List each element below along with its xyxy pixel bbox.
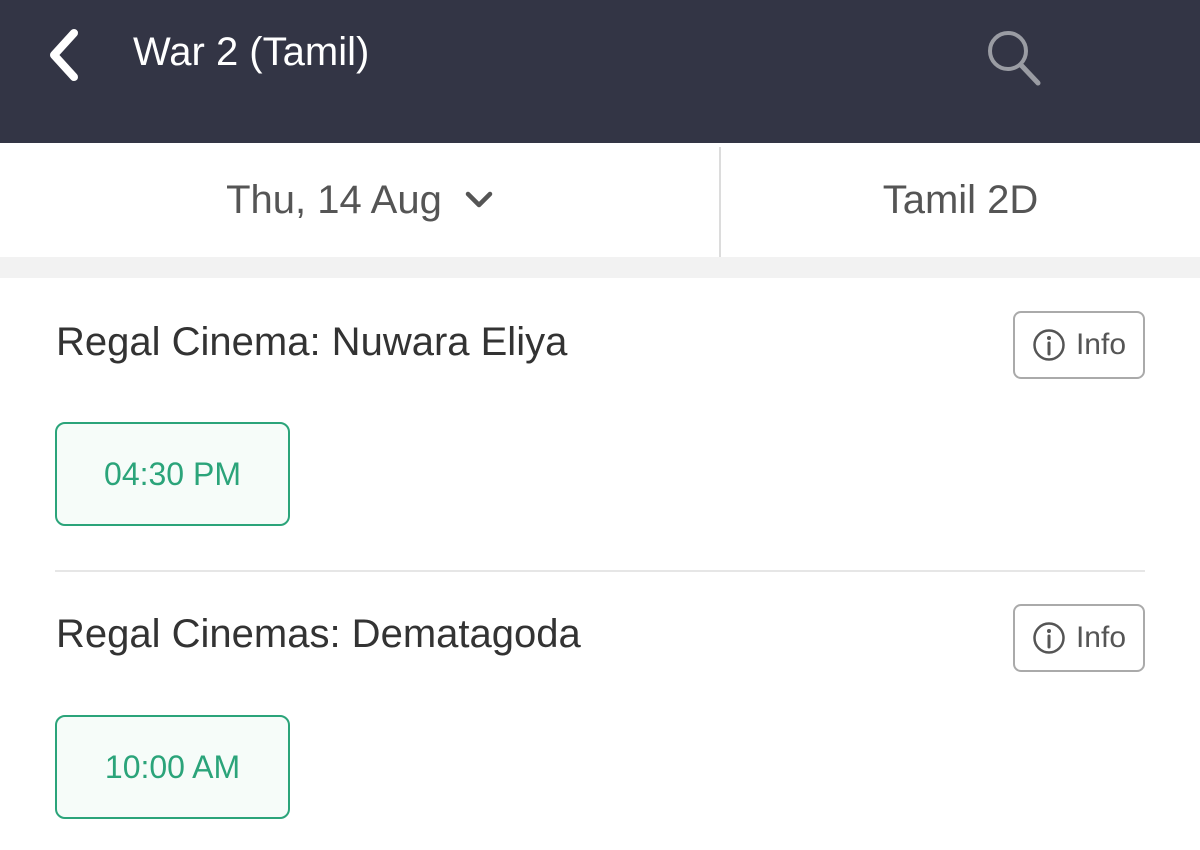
info-circle-icon: [1033, 329, 1065, 361]
format-selector[interactable]: Tamil 2D: [721, 143, 1200, 257]
showtime-button[interactable]: 04:30 PM: [55, 422, 290, 526]
showtime-label: 10:00 AM: [104, 748, 241, 785]
chevron-left-icon: [50, 29, 78, 81]
filter-bar: Thu, 14 Aug Tamil 2D: [0, 143, 1200, 257]
section-separator: [0, 257, 1200, 278]
date-selector[interactable]: Thu, 14 Aug: [0, 143, 720, 257]
back-button[interactable]: [36, 20, 92, 90]
page-title: War 2 (Tamil): [133, 30, 370, 74]
cinema-name: Regal Cinemas: Dematagoda: [56, 612, 581, 656]
selected-date: Thu, 14 Aug: [226, 177, 442, 222]
selected-format: Tamil 2D: [882, 177, 1039, 222]
showtime-button[interactable]: 10:00 AM: [55, 715, 290, 819]
info-circle-icon: [1033, 622, 1065, 654]
showtime-label: 04:30 PM: [104, 455, 241, 492]
search-icon: [988, 31, 1041, 86]
cinema-name: Regal Cinema: Nuwara Eliya: [56, 320, 568, 364]
info-label: Info: [1075, 328, 1127, 361]
chevron-down-icon: [465, 191, 493, 208]
search-button[interactable]: [978, 22, 1050, 92]
list-divider: [55, 570, 1145, 572]
app-header: War 2 (Tamil): [0, 0, 1200, 143]
info-button[interactable]: Info: [1013, 604, 1145, 672]
info-button[interactable]: Info: [1013, 311, 1145, 379]
info-label: Info: [1075, 621, 1127, 654]
